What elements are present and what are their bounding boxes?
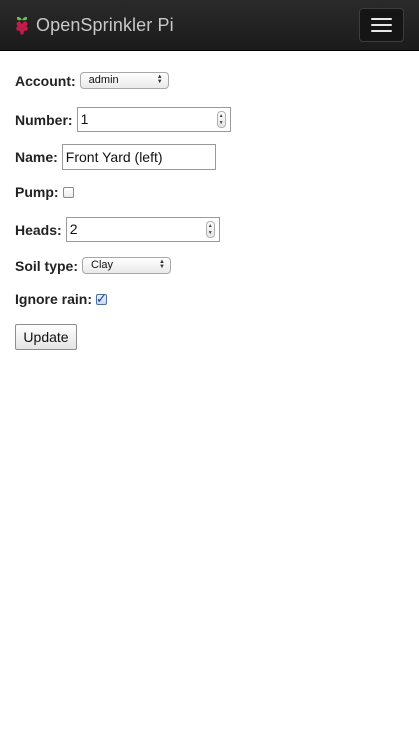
ignore-rain-label: Ignore rain: — [15, 291, 93, 307]
update-button[interactable]: Update — [15, 324, 77, 350]
stepper-arrows-icon[interactable]: ▲ ▼ — [205, 221, 215, 238]
hamburger-menu-icon — [371, 18, 392, 20]
pump-checkbox[interactable] — [62, 186, 74, 198]
hamburger-menu-icon-bar — [371, 30, 392, 32]
account-row: Account: admin ▲ ▼ — [15, 72, 169, 89]
navbar: OpenSprinkler Pi — [0, 0, 419, 51]
name-label: Name: — [15, 149, 58, 165]
soil-type-row: Soil type: Clay ▲ ▼ — [15, 257, 172, 274]
hamburger-menu-button[interactable] — [359, 8, 404, 42]
soil-type-select-value: Clay — [91, 259, 114, 271]
heads-input-value: 2 — [69, 221, 78, 237]
name-input[interactable]: Front Yard (left) — [61, 144, 216, 170]
brand[interactable]: OpenSprinkler Pi — [14, 12, 174, 38]
pump-row: Pump: — [15, 184, 74, 200]
soil-type-label: Soil type: — [15, 257, 79, 274]
name-row: Name: Front Yard (left) — [15, 144, 216, 170]
raspberry-pi-icon — [14, 15, 30, 35]
pump-label: Pump: — [15, 184, 59, 200]
stepper-arrows-icon[interactable]: ▲ ▼ — [216, 111, 226, 128]
hamburger-menu-icon-bar — [371, 24, 392, 26]
select-arrows-icon: ▲ ▼ — [159, 259, 165, 270]
number-label: Number: — [15, 111, 73, 128]
number-input[interactable]: 1 ▲ ▼ — [76, 107, 231, 132]
select-arrows-icon: ▲ ▼ — [156, 74, 163, 85]
heads-input[interactable]: 2 ▲ ▼ — [65, 217, 220, 242]
account-select[interactable]: admin ▲ ▼ — [79, 72, 169, 89]
heads-label: Heads: — [15, 221, 62, 238]
number-input-value: 1 — [80, 111, 89, 127]
ignore-rain-checkbox[interactable]: ✓ — [96, 290, 108, 306]
heads-row: Heads: 2 ▲ ▼ — [15, 217, 220, 242]
name-input-value: Front Yard (left) — [65, 149, 163, 165]
number-row: Number: 1 ▲ ▼ — [15, 107, 231, 132]
account-select-value: admin — [88, 74, 119, 86]
ignore-rain-row: Ignore rain: ✓ — [15, 290, 108, 307]
soil-type-select[interactable]: Clay ▲ ▼ — [82, 257, 172, 274]
checkmark-icon: ✓ — [96, 290, 107, 306]
account-label: Account: — [15, 72, 76, 89]
app-title: OpenSprinkler Pi — [36, 14, 174, 35]
